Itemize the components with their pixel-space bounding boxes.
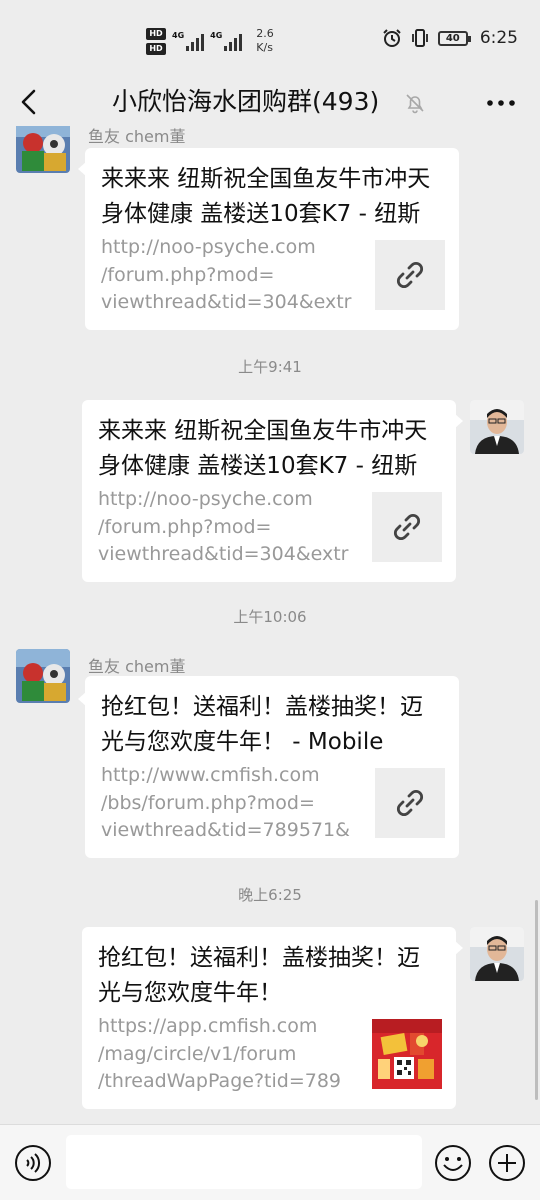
network-status: HD HD 4G 4G 2.6 K/s — [146, 24, 274, 58]
link-title: 抢红包！送福利！盖楼抽奖！迈光与您欢度牛年！ — [98, 945, 420, 1006]
link-card[interactable]: 抢红包！送福利！盖楼抽奖！迈光与您欢度牛年！ https://app.cmfis… — [82, 927, 456, 1109]
chat-header: 小欣怡海水团购群(493) — [0, 80, 540, 126]
link-icon — [396, 789, 424, 817]
signal-icon: 4G — [172, 31, 205, 51]
link-url: http://noo-psyche.com /forum.php?mod= vi… — [101, 236, 352, 313]
link-url: http://noo-psyche.com /forum.php?mod= vi… — [98, 488, 349, 565]
group-title: 小欣怡海水团购群(493) — [112, 87, 380, 116]
vibrate-icon — [411, 29, 428, 47]
sender-name: 鱼友 chem董 — [88, 127, 186, 146]
signal-icon: 4G — [210, 31, 243, 51]
link-title: 来来来 纽斯祝全国鱼友牛市冲天 身体健康 盖楼送10套K7 - 纽斯 — [101, 166, 431, 227]
avatar[interactable] — [470, 400, 524, 454]
clock: 6:25 — [479, 28, 518, 48]
network-type: 4G — [210, 31, 223, 40]
red-envelope-thumbnail — [372, 1019, 442, 1089]
hd-badge: HD — [146, 42, 166, 55]
mute-bell-icon — [406, 94, 424, 114]
system-status: 40 6:25 — [382, 28, 518, 48]
link-title: 抢红包！送福利！盖楼抽奖！迈光与您欢度牛年！ - Mobile — [101, 694, 423, 755]
chat-history[interactable]: 鱼友 chem董 来来来 纽斯祝全国鱼友牛市冲天 身体健康 盖楼送10套K7 -… — [0, 126, 540, 1124]
link-card[interactable]: 来来来 纽斯祝全国鱼友牛市冲天 身体健康 盖楼送10套K7 - 纽斯 http:… — [82, 400, 456, 582]
emoji-icon[interactable] — [434, 1144, 472, 1182]
more-icon[interactable] — [484, 86, 518, 120]
status-bar: HD HD 4G 4G 2.6 K/s 40 6:25 — [0, 0, 540, 80]
link-thumbnail — [375, 768, 445, 838]
link-title: 来来来 纽斯祝全国鱼友牛市冲天 身体健康 盖楼送10套K7 - 纽斯 — [98, 418, 428, 479]
hd-badge: HD — [146, 27, 166, 40]
message-input-bar — [0, 1124, 540, 1200]
plus-icon[interactable] — [488, 1144, 526, 1182]
timestamp: 上午9:41 — [238, 358, 302, 376]
network-speed: 2.6 K/s — [256, 27, 274, 54]
sender-name: 鱼友 chem董 — [88, 657, 186, 676]
alarm-icon — [383, 29, 401, 47]
network-type: 4G — [172, 31, 185, 40]
timestamp: 上午10:06 — [233, 608, 307, 626]
link-card[interactable]: 来来来 纽斯祝全国鱼友牛市冲天 身体健康 盖楼送10套K7 - 纽斯 http:… — [85, 148, 459, 330]
link-icon — [393, 513, 421, 541]
link-card[interactable]: 抢红包！送福利！盖楼抽奖！迈光与您欢度牛年！ - Mobile http://w… — [85, 676, 459, 858]
link-thumbnail — [372, 1019, 442, 1089]
message-input[interactable] — [66, 1135, 422, 1189]
link-thumbnail — [375, 240, 445, 310]
link-url: http://www.cmfish.com /bbs/forum.php?mod… — [101, 764, 350, 841]
link-thumbnail — [372, 492, 442, 562]
timestamp: 晚上6:25 — [238, 886, 302, 904]
link-url: https://app.cmfish.com /mag/circle/v1/fo… — [98, 1015, 342, 1092]
back-arrow-icon[interactable] — [14, 84, 50, 120]
battery-icon: 40 — [437, 30, 471, 46]
link-icon — [396, 261, 424, 289]
voice-icon[interactable] — [14, 1144, 52, 1182]
avatar[interactable] — [16, 649, 70, 703]
avatar[interactable] — [16, 126, 70, 173]
avatar[interactable] — [470, 927, 524, 981]
scrollbar[interactable] — [535, 900, 538, 1100]
